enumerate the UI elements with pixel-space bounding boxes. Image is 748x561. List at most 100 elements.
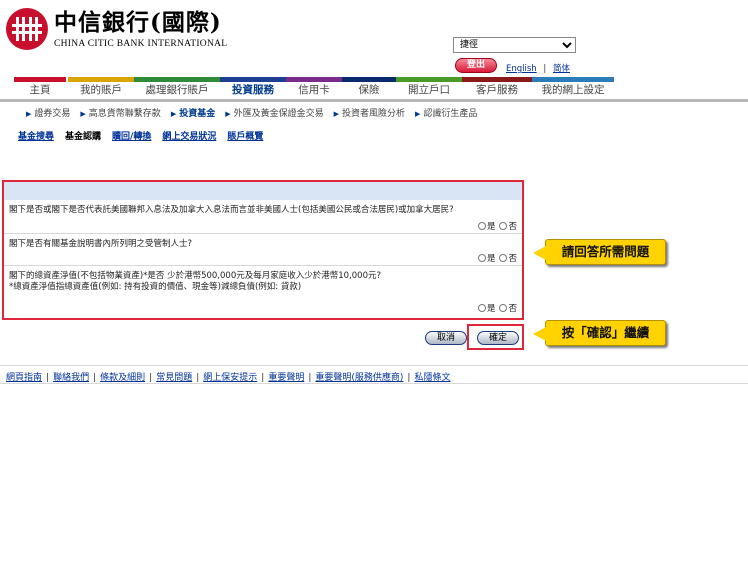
sub-nav: ▶ 證券交易 ▶ 高息貨幣聯繫存款 ▶ 投資基金 ▶ 外匯及黃金保證金交易 ▶ 投資者風險分析 ▶ 認… [26,106,487,119]
simplified-chinese-link[interactable]: 简体 [553,64,570,74]
footer-separator: | [261,373,265,383]
bank-name-chinese: 中信銀行(國際) [54,9,222,36]
question-row: 閣下的總資產淨值(不包括物業資產)*是否 少於港幣500,000元及每月家庭收入… [4,266,522,316]
question-line: 閣下是否或閣下是否代表託美國聯邦入息法及加拿大入息法而言並非美國人士(包括美國公… [9,205,454,215]
footer-link[interactable]: 網上保安提示 [203,373,257,383]
footer-link[interactable]: 常見問題 [156,373,192,383]
footer-link[interactable]: 網頁指南 [6,373,42,383]
logout-button[interactable]: 登出 [455,58,497,73]
answer-options: 是否 [477,252,517,264]
question-row: 閣下是否有關基金說明書內所列明之受管制人士? 是否 [4,234,522,266]
nav-tab[interactable]: 主頁 [14,77,66,99]
footer-link[interactable]: 重要聲明(服務供應商) [315,373,403,383]
nav-tab[interactable]: 保險 [342,77,396,99]
question-text: 閣下是否或閣下是否代表託美國聯邦入息法及加拿大入息法而言並非美國人士(包括美國公… [9,205,454,216]
question-line: *總資產淨值指總資產值(例如: 持有投資的價值、現金等)減總負債(例如: 貸款) [9,282,302,292]
sub-nav-label: 認識衍生產品 [423,109,478,119]
nav-tab-label: 客戶服務 [476,84,518,96]
arrow-right-icon: ▶ [333,110,340,118]
sub-nav-item[interactable]: ▶ 投資基金 [171,106,215,119]
nav-divider [0,99,748,102]
callout-text: 按「確認」繼續 [561,325,650,340]
nav-tab-label: 我的賬戶 [80,84,122,96]
footer-separator: | [308,373,312,383]
sub-nav-item[interactable]: ▶ 證券交易 [26,106,70,119]
nav-tab-label: 主頁 [29,84,51,96]
question-line: 閣下的總資產淨值(不包括物業資產)*是否 少於港幣500,000元及每月家庭收入… [9,271,381,281]
question-panel: 閣下是否或閣下是否代表託美國聯邦入息法及加拿大入息法而言並非美國人士(包括美國公… [2,180,524,320]
yes-label: 是 [486,222,496,232]
question-text: 閣下是否有關基金說明書內所列明之受管制人士? [9,239,192,250]
sub-nav-item[interactable]: ▶ 投資者風險分析 [334,106,405,119]
nav-tab[interactable]: 我的網上設定 [532,77,614,99]
question-panel-header [4,182,522,200]
arrow-right-icon: ▶ [225,110,231,118]
fund-nav-item[interactable]: 基金搜尋 [18,129,54,142]
nav-tab[interactable]: 我的賬戶 [68,77,134,99]
no-radio[interactable] [499,254,508,262]
nav-tab[interactable]: 處理銀行賬戶 [134,77,220,99]
nav-tab[interactable]: 信用卡 [286,77,342,99]
sub-nav-label: 投資者風險分析 [342,109,406,119]
confirm-button[interactable]: 確定 [477,331,519,345]
bank-name-english: CHINA CITIC BANK INTERNATIONAL [54,39,228,49]
footer-link[interactable]: 條款及細則 [100,373,145,383]
main-nav: 主頁 我的賬戶 處理銀行賬戶 投資服務 信用卡 保險 開立戶口 客戶服務 我的網上設定 [0,77,748,99]
arrow-right-icon: ▶ [80,110,86,118]
footer-separator: | [46,373,50,383]
sub-nav-label: 證券交易 [34,109,71,119]
callout-pointer [533,246,546,260]
yes-label: 是 [486,304,496,314]
yes-radio[interactable] [477,222,486,230]
answer-options: 是否 [477,220,517,232]
no-label: 否 [508,304,517,314]
yes-radio[interactable] [477,304,486,312]
sub-nav-item[interactable]: ▶ 認識衍生產品 [415,106,477,119]
footer-separator: | [93,373,97,383]
nav-tab-label: 開立戶口 [408,84,450,96]
footer-separator: | [407,373,411,383]
callout-text: 請回答所需問題 [561,244,650,259]
nav-tab[interactable]: 開立戶口 [396,77,462,99]
footer-link[interactable]: 重要聲明 [268,373,304,383]
arrow-right-icon: ▶ [170,110,177,118]
nav-tab-label: 信用卡 [298,84,330,96]
question-text: 閣下的總資產淨值(不包括物業資產)*是否 少於港幣500,000元及每月家庭收入… [9,271,381,293]
footer-separator: | [149,373,153,383]
sub-nav-label: 投資基金 [179,109,216,119]
footer-link[interactable]: 私隱條文 [414,373,450,383]
nav-tab[interactable]: 客戶服務 [462,77,532,99]
nav-tab-label: 處理銀行賬戶 [145,84,209,96]
arrow-right-icon: ▶ [26,110,32,118]
no-label: 否 [508,222,517,232]
sub-nav-label: 高息貨幣聯繫存款 [88,109,161,119]
answer-options: 是否 [477,302,517,314]
cancel-button[interactable]: 取消 [425,331,467,345]
answer-questions-callout: 請回答所需問題 [533,239,666,265]
no-radio[interactable] [499,304,508,312]
question-list: 閣下是否或閣下是否代表託美國聯邦入息法及加拿大入息法而言並非美國人士(包括美國公… [4,200,522,316]
footer-divider [0,365,748,366]
footer-link[interactable]: 聯絡我們 [53,373,89,383]
callout-pointer [533,327,546,341]
no-radio[interactable] [499,222,508,230]
fund-nav-item[interactable]: 網上交易狀況 [162,129,216,142]
sub-nav-label: 外匯及黃金保證金交易 [233,109,324,119]
bank-name: 中信銀行(國際) CHINA CITIC BANK INTERNATIONAL [54,9,227,49]
fund-nav-item[interactable]: 賬戶概覽 [227,129,263,142]
nav-tab[interactable]: 投資服務 [220,77,286,99]
footer-separator: | [196,373,200,383]
question-line: 閣下是否有關基金說明書內所列明之受管制人士? [9,239,193,249]
shortcut-select[interactable]: 捷徑 [453,37,576,53]
sub-nav-item[interactable]: ▶ 外匯及黃金保證金交易 [225,106,323,119]
no-label: 否 [508,254,517,264]
fund-nav-item[interactable]: 贖回/轉換 [112,129,151,142]
yes-label: 是 [486,254,496,264]
yes-radio[interactable] [477,254,486,262]
language-links: English | 简体 [506,62,570,74]
english-link[interactable]: English [506,64,537,74]
nav-tab-label: 投資服務 [232,84,274,96]
fund-nav-item[interactable]: 基金認購 [65,129,101,142]
sub-nav-item[interactable]: ▶ 高息貨幣聯繫存款 [80,106,160,119]
question-row: 閣下是否或閣下是否代表託美國聯邦入息法及加拿大入息法而言並非美國人士(包括美國公… [4,200,522,234]
